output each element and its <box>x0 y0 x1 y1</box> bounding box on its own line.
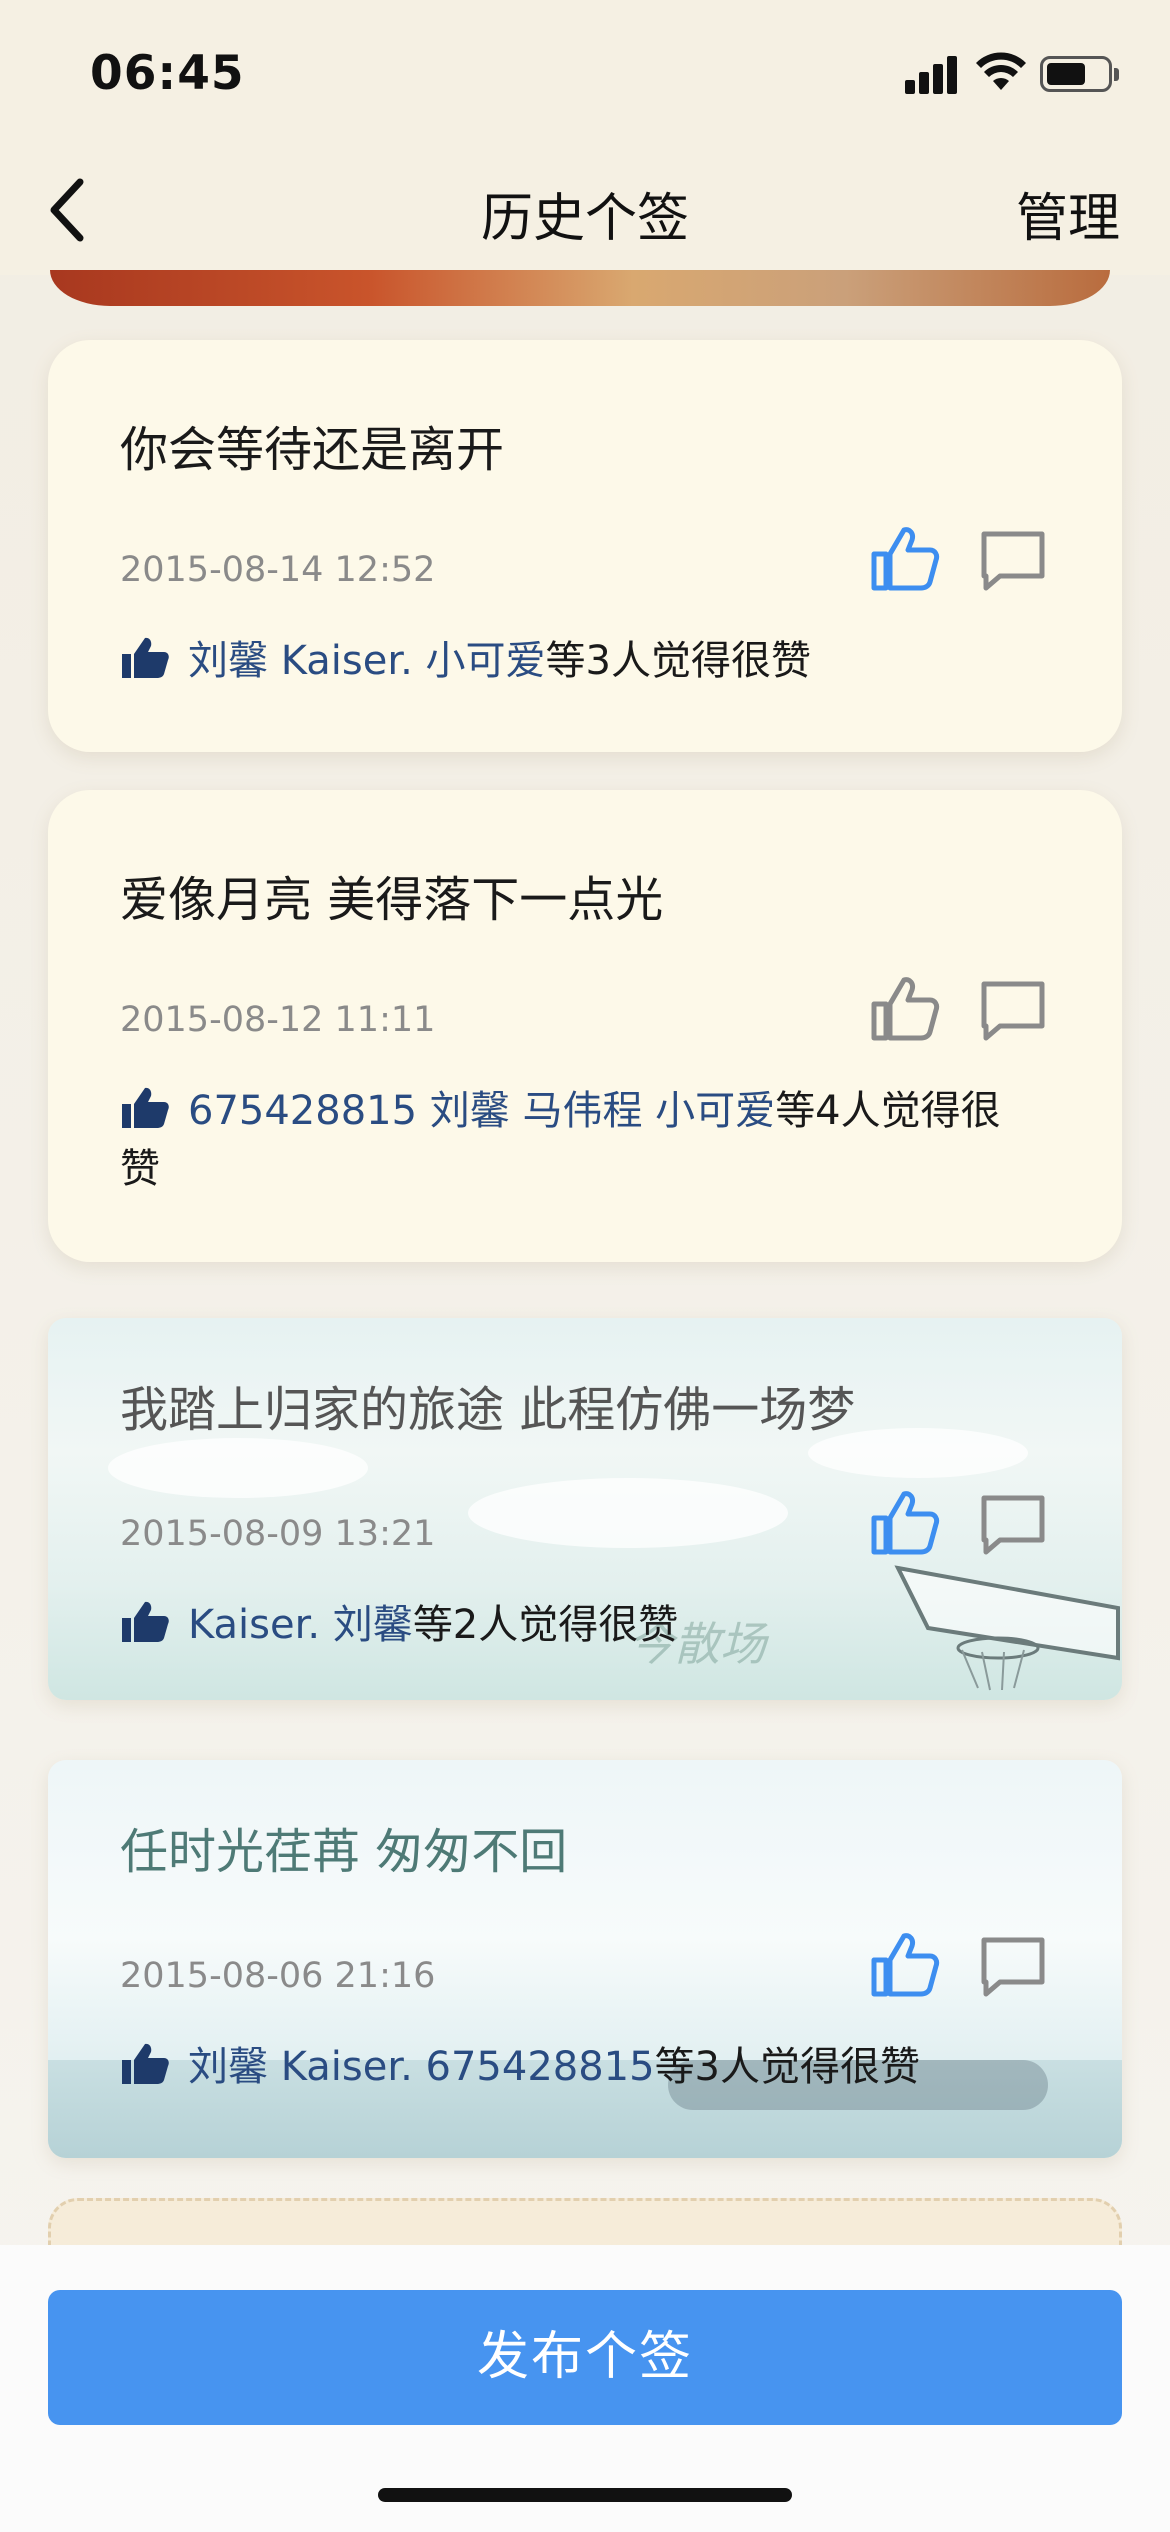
liked-thumb-icon <box>122 2043 169 2084</box>
likes-summary: Kaiser. 刘馨等2人觉得很赞 <box>120 1596 1040 1654</box>
liked-thumb-icon <box>122 637 169 678</box>
publish-signature-button[interactable]: 发布个签 <box>48 2290 1122 2425</box>
like-count-text: 等2人觉得很赞 <box>412 1602 679 1648</box>
signature-text: 你会等待还是离开 <box>120 422 505 478</box>
cellular-signal-icon <box>905 52 965 94</box>
home-indicator[interactable] <box>378 2488 792 2502</box>
like-names[interactable]: 675428815 刘馨 马伟程 小可爱 <box>188 1088 775 1134</box>
cloud-decoration <box>468 1478 788 1548</box>
like-names[interactable]: 刘馨 Kaiser. 小可爱 <box>188 638 546 684</box>
status-bar: 06:45 <box>0 0 1170 140</box>
cloud-decoration <box>108 1438 368 1498</box>
decorative-banner <box>50 270 1110 306</box>
signature-text: 爱像月亮 美得落下一点光 <box>120 872 664 928</box>
like-count-text: 等3人觉得很赞 <box>545 638 811 684</box>
like-names[interactable]: 刘馨 Kaiser. 675428815 <box>188 2044 655 2090</box>
wifi-icon <box>976 52 1026 90</box>
page-title: 历史个签 <box>480 189 689 249</box>
like-thumb-icon[interactable] <box>868 524 940 592</box>
battery-icon <box>1040 56 1119 92</box>
comment-icon[interactable] <box>980 980 1046 1042</box>
likes-summary: 刘馨 Kaiser. 小可爱等3人觉得很赞 <box>120 632 1040 690</box>
signature-card[interactable]: 爱像月亮 美得落下一点光 2015-08-12 11:11 675428815 … <box>48 790 1122 1262</box>
history-signatures-screen: 06:45 历史个签 管理 你会等待还是离开 2015-08-14 12:52 <box>0 0 1170 2532</box>
like-thumb-icon[interactable] <box>868 1930 940 1998</box>
signature-date: 2015-08-14 12:52 <box>120 550 436 590</box>
signature-date: 2015-08-06 21:16 <box>120 1956 436 1996</box>
signature-text: 任时光荏苒 匆匆不回 <box>120 1824 568 1880</box>
like-names[interactable]: Kaiser. 刘馨 <box>188 1602 413 1648</box>
manage-button[interactable]: 管理 <box>1016 176 1120 251</box>
like-count-text: 等3人觉得很赞 <box>654 2044 921 2090</box>
like-thumb-icon[interactable] <box>868 1488 940 1556</box>
signature-date: 2015-08-09 13:21 <box>120 1514 436 1554</box>
signature-card[interactable]: 任时光荏苒 匆匆不回 2015-08-06 21:16 刘馨 Kaiser. 6… <box>48 1760 1122 2158</box>
signature-date: 2015-08-12 11:11 <box>120 1000 436 1040</box>
signature-card[interactable]: 你会等待还是离开 2015-08-14 12:52 刘馨 Kaiser. 小可爱… <box>48 340 1122 752</box>
signature-card[interactable]: 今散场 我踏上归家的旅途 此程仿佛一场梦 2015-08-09 13:21 Ka… <box>48 1318 1122 1700</box>
comment-icon[interactable] <box>980 1494 1046 1556</box>
liked-thumb-icon <box>122 1087 169 1128</box>
status-time: 06:45 <box>90 46 245 101</box>
likes-summary: 刘馨 Kaiser. 675428815等3人觉得很赞 <box>120 2038 1040 2096</box>
comment-icon[interactable] <box>980 1936 1046 1998</box>
liked-thumb-icon <box>122 1601 169 1642</box>
signature-text: 我踏上归家的旅途 此程仿佛一场梦 <box>120 1382 856 1438</box>
comment-icon[interactable] <box>980 530 1046 592</box>
navigation-bar: 历史个签 管理 <box>0 140 1170 275</box>
like-thumb-icon[interactable] <box>868 974 940 1042</box>
bottom-bar: 发布个签 <box>0 2245 1170 2532</box>
likes-summary: 675428815 刘馨 马伟程 小可爱等4人觉得很赞 <box>120 1082 1040 1198</box>
